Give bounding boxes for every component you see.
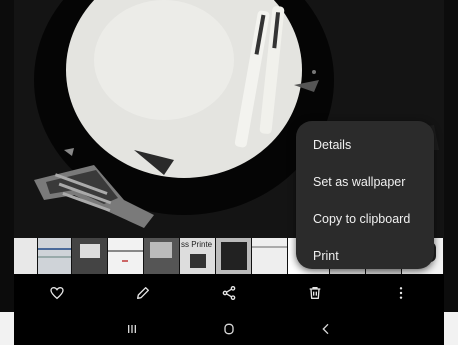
delete-button[interactable] xyxy=(295,274,335,312)
thumbnail[interactable] xyxy=(72,238,108,274)
menu-item-set-as-wallpaper[interactable]: Set as wallpaper xyxy=(296,164,434,201)
thumbnail[interactable]: ss Printe xyxy=(180,238,216,274)
trash-icon xyxy=(309,287,321,299)
menu-item-print[interactable]: Print xyxy=(296,238,434,275)
context-menu: Details Set as wallpaper Copy to clipboa… xyxy=(296,121,434,269)
menu-item-copy-to-clipboard[interactable]: Copy to clipboard xyxy=(296,201,434,238)
home-icon xyxy=(224,323,234,334)
more-options-button[interactable] xyxy=(381,274,421,312)
thumbnail[interactable] xyxy=(108,238,144,274)
back-icon xyxy=(322,323,329,334)
right-edge xyxy=(444,0,458,345)
share-icon xyxy=(222,286,236,300)
thumbnail[interactable] xyxy=(14,238,38,274)
thumbnail[interactable] xyxy=(216,238,252,274)
edit-button[interactable] xyxy=(123,274,163,312)
home-button[interactable] xyxy=(211,314,247,344)
gallery-viewer: ss Printe Details Set as wallpaper Copy … xyxy=(0,0,458,345)
bottom-toolbar xyxy=(14,274,444,312)
left-edge xyxy=(0,0,14,345)
favorite-button[interactable] xyxy=(37,274,77,312)
pencil-icon xyxy=(137,287,149,299)
menu-item-details[interactable]: Details xyxy=(296,127,434,164)
thumbnail[interactable] xyxy=(38,238,72,274)
thumbnail-text: ss Printe xyxy=(181,240,213,249)
share-button[interactable] xyxy=(209,274,249,312)
more-vertical-icon xyxy=(399,287,403,299)
thumbnail[interactable] xyxy=(252,238,288,274)
back-button[interactable] xyxy=(308,314,344,344)
recents-button[interactable] xyxy=(114,314,150,344)
thumbnail[interactable] xyxy=(144,238,180,274)
system-nav-bar xyxy=(14,312,444,345)
recents-icon xyxy=(128,324,137,333)
heart-icon xyxy=(50,286,64,300)
